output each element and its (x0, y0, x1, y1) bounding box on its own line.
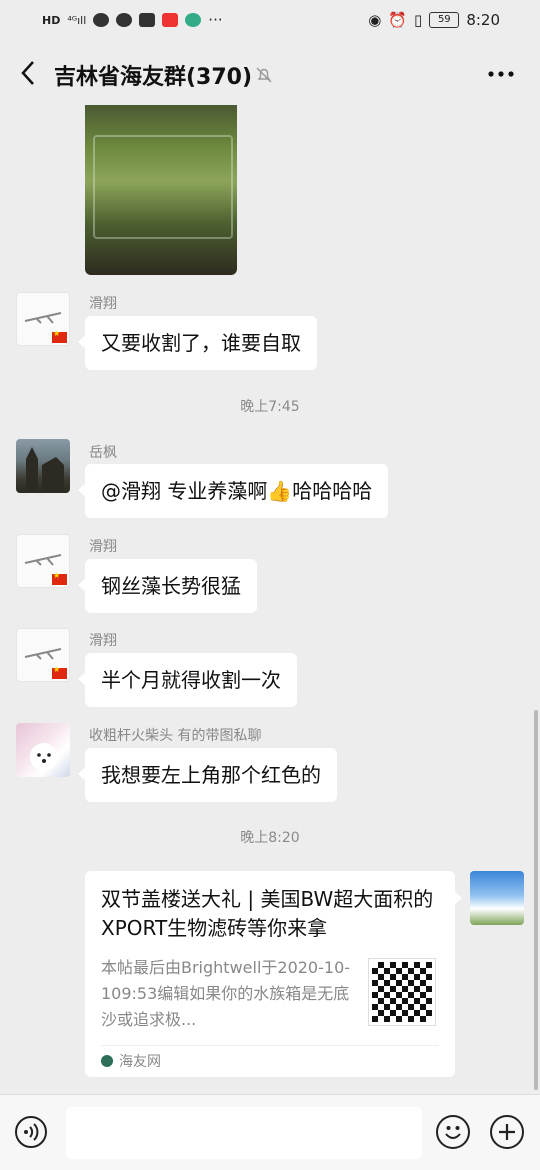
divider (101, 1045, 439, 1046)
link-card-source: 海友网 (101, 1051, 161, 1071)
message-bubble[interactable]: 钢丝藻长势很猛 (78, 559, 257, 613)
site-logo-icon (101, 1055, 113, 1067)
alarm-icon: ⏰ (388, 11, 408, 29)
status-bar: HD ⁴ᴳıll ··· ◉ ⏰ ▯ 59 8:20 (0, 0, 540, 40)
emoji-button[interactable] (436, 1115, 470, 1149)
sender-name: 滑翔 (89, 539, 117, 555)
china-flag-icon (52, 329, 67, 343)
church-icon (26, 447, 64, 493)
timestamp: 晚上7:45 (240, 399, 300, 415)
back-arrow-icon[interactable] (14, 58, 44, 88)
sender-name: 收粗杆火柴头 有的带图私聊 (89, 728, 262, 744)
link-card-message[interactable]: 双节盖楼送大礼 | 美国BW超大面积的XPORT生物滤砖等你来拿 本帖最后由Br… (85, 871, 462, 1077)
signal-icon: ⁴ᴳıll (67, 13, 87, 27)
cloud-icon (185, 13, 202, 27)
voice-input-button[interactable] (15, 1116, 47, 1148)
avatar-yuefeng[interactable] (16, 439, 70, 493)
status-right-icons: ◉ ⏰ ▯ 59 8:20 (368, 11, 500, 29)
more-functions-button[interactable] (490, 1115, 524, 1149)
eye-icon: ◉ (368, 11, 382, 29)
avatar-huaxiang[interactable] (16, 534, 70, 588)
chat-title: 吉林省海友群(370) (54, 65, 253, 90)
voice-icon (24, 1123, 39, 1141)
smile-icon (445, 1126, 461, 1139)
message-bubble[interactable]: @滑翔 专业养藻啊👍哈哈哈哈 (77, 464, 389, 518)
china-flag-icon (52, 571, 67, 585)
hd-icon: HD (42, 13, 61, 27)
qr-code-thumbnail (368, 958, 436, 1026)
mute-bell-icon (256, 67, 272, 83)
china-flag-icon (52, 665, 67, 679)
message-input[interactable] (66, 1107, 422, 1159)
avatar-huaxiang[interactable] (16, 292, 70, 346)
timestamp: 晚上8:20 (240, 830, 300, 846)
link-card-description: 本帖最后由Brightwell于2020-10-109:53编辑如果你的水族箱是… (101, 958, 351, 1029)
app-icon (162, 13, 179, 27)
link-card-title: 双节盖楼送大礼 | 美国BW超大面积的XPORT生物滤砖等你来拿 (101, 887, 434, 940)
avatar-dog[interactable] (16, 723, 70, 777)
battery-icon: 59 (429, 12, 460, 28)
chat-header: 吉林省海友群(370) (0, 40, 540, 108)
chat-icon (93, 13, 110, 27)
source-name: 海友网 (119, 1054, 161, 1070)
avatar-huaxiang[interactable] (16, 628, 70, 682)
message-bubble[interactable]: 我想要左上角那个红色的 (78, 748, 337, 802)
input-bar (0, 1094, 540, 1170)
plus-icon (499, 1124, 515, 1140)
sender-name: 岳枫 (89, 445, 117, 461)
message-bubble[interactable]: 又要收割了，谁要自取 (78, 316, 317, 370)
status-left-icons: HD ⁴ᴳıll ··· (42, 11, 223, 29)
image-icon (139, 13, 156, 27)
sender-name: 滑翔 (89, 633, 117, 649)
message-bubble[interactable]: 半个月就得收割一次 (78, 653, 297, 707)
dog-icon (30, 743, 58, 771)
image-message[interactable] (85, 105, 237, 275)
more-options-icon[interactable] (486, 66, 516, 82)
sender-name: 滑翔 (89, 296, 117, 312)
vibrate-icon: ▯ (414, 11, 423, 29)
scrollbar[interactable] (534, 710, 538, 1090)
clock: 8:20 (466, 11, 500, 29)
aquarium-photo (93, 135, 233, 239)
avatar-self[interactable] (470, 871, 524, 925)
more-dots-icon: ··· (208, 11, 223, 29)
circle-icon (116, 13, 133, 27)
